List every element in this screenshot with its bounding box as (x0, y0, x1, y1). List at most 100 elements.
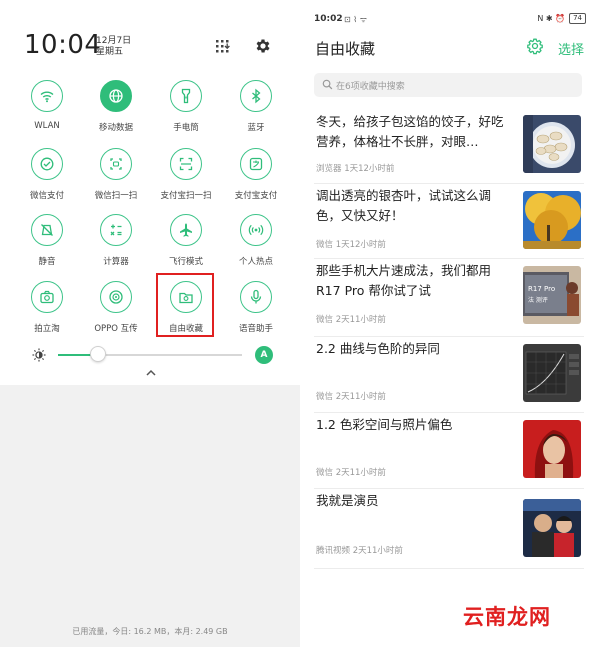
select-button[interactable]: 选择 (558, 39, 584, 58)
quick-tile-globe[interactable]: 移动数据 (84, 80, 148, 140)
search-input[interactable]: 在6项收藏中搜索 (314, 73, 582, 97)
quick-tile-camera[interactable]: 拍立淘 (15, 281, 79, 341)
bluetooth-icon (240, 80, 272, 112)
quick-tile-alipay-pay[interactable]: 支付宝支付 (224, 148, 288, 208)
quick-tile-label: 微信支付 (29, 191, 64, 201)
quick-tile-share[interactable]: OPPO 互传 (84, 281, 148, 341)
quick-tile-label: 静音 (38, 257, 56, 267)
favorites-screen: 10:02 ⊡ ⌇ ᯤ N ✱ ⏰ 74 自由收藏 选择 在6项收藏中搜索 冬天… (300, 0, 600, 647)
status-signal-icons: ⊡ ⌇ ᯤ (344, 15, 367, 24)
favorite-item-thumbnail (523, 499, 581, 557)
status-time: 10:02 (314, 14, 343, 24)
quick-tile-label: 微信扫一扫 (94, 191, 138, 201)
quick-tile-label: 支付宝扫一扫 (160, 191, 212, 201)
settings-gear-icon[interactable] (526, 37, 544, 55)
calculator-icon (100, 214, 132, 246)
mute-icon (31, 214, 63, 246)
quick-tile-flashlight[interactable]: 手电筒 (154, 80, 218, 140)
battery-icon: 74 (569, 13, 586, 24)
favorite-item-title: 那些手机大片速成法，我们都用 R17 Pro 帮你试了试 (316, 263, 492, 298)
favorite-item-thumbnail (523, 191, 581, 249)
settings-gear-icon[interactable] (254, 37, 272, 55)
weekday-text: 星期五 (96, 47, 124, 57)
favorite-item-title: 调出透亮的银杏叶，试试这么调色，又快又好！ (316, 188, 492, 223)
watermark-logo: 云南龙网 (463, 605, 551, 629)
chevron-up-icon[interactable] (144, 368, 158, 378)
quick-tile-label: OPPO 互传 (94, 324, 138, 334)
quick-tile-label: 蓝牙 (247, 123, 265, 133)
quick-tile-bluetooth[interactable]: 蓝牙 (224, 80, 288, 140)
quick-tile-hotspot[interactable]: 个人热点 (224, 214, 288, 274)
svg-text:R17 Pro: R17 Pro (528, 285, 555, 293)
flashlight-icon (170, 80, 202, 112)
clock-time: 10:04 (24, 30, 102, 60)
status-misc-icons: N ✱ ⏰ (537, 14, 566, 23)
favorite-item-source-time: 浏览器 1天12小时前 (316, 164, 395, 174)
favorite-item-thumbnail: R17 Pro 法 测评 (523, 266, 581, 324)
quick-tile-label: 移动数据 (98, 123, 133, 133)
quick-tile-label: 拍立淘 (34, 324, 60, 334)
share-icon (100, 281, 132, 313)
quick-tile-label: 支付宝支付 (234, 191, 278, 201)
favorite-item-source-time: 微信 1天12小时前 (316, 240, 386, 250)
auto-brightness-button[interactable]: A (255, 346, 273, 364)
search-placeholder: 在6项收藏中搜索 (336, 82, 405, 92)
quick-tile-mute[interactable]: 静音 (15, 214, 79, 274)
highlight-box (156, 273, 214, 337)
wechat-pay-icon (31, 148, 63, 180)
wifi-icon (31, 80, 63, 112)
list-divider (314, 568, 584, 569)
favorite-item-thumbnail (523, 420, 581, 478)
date-block: 12月7日 星期五 (96, 36, 131, 58)
favorite-item-source-time: 腾讯视频 2天11小时前 (316, 546, 403, 556)
alipay-scan-icon (170, 148, 202, 180)
favorite-item-source-time: 微信 2天11小时前 (316, 315, 386, 325)
svg-text:法 测评: 法 测评 (528, 296, 548, 304)
data-usage-text: 已用流量，今日: 16.2 MB，本月: 2.49 GB (72, 627, 228, 636)
brightness-icon (32, 348, 46, 362)
quick-tile-microphone[interactable]: 语音助手 (224, 281, 288, 341)
microphone-icon (240, 281, 272, 313)
edit-tiles-icon[interactable] (215, 38, 231, 54)
quick-tile-airplane[interactable]: 飞行模式 (154, 214, 218, 274)
favorite-item-title: 1.2 色彩空间与照片偏色 (316, 417, 453, 432)
quick-tile-alipay-scan[interactable]: 支付宝扫一扫 (154, 148, 218, 208)
date-text: 12月7日 (96, 36, 132, 46)
quick-tile-label: 个人热点 (238, 257, 273, 267)
globe-icon (100, 80, 132, 112)
brightness-slider-thumb[interactable] (90, 346, 107, 362)
quick-tile-label: 计算器 (103, 257, 129, 267)
camera-icon (31, 281, 63, 313)
quick-settings-sheet: 10:04 12月7日 星期五 WLAN 移动数据 手电筒 蓝牙微信支付 微信扫一扫 支付… (0, 0, 300, 385)
quick-tile-wifi[interactable]: WLAN (15, 80, 79, 140)
favorite-item-thumbnail (523, 344, 581, 402)
favorite-item-thumbnail (523, 115, 581, 173)
search-icon (322, 79, 333, 90)
quick-tile-label: WLAN (34, 121, 60, 131)
hotspot-icon (240, 214, 272, 246)
favorite-list-item[interactable]: 2.2 曲线与色阶的异同微信 2天11小时前 (300, 337, 600, 413)
airplane-icon (170, 214, 202, 246)
quick-tile-label: 飞行模式 (168, 257, 203, 267)
favorite-list-item[interactable]: 我就是演员腾讯视频 2天11小时前 (300, 489, 600, 569)
favorite-list-item[interactable]: 冬天，给孩子包这馅的饺子，好吃营养，体格壮不长胖，对眼… 浏览器 1天12小时前 (300, 108, 600, 184)
wechat-scan-icon (100, 148, 132, 180)
alipay-pay-icon (240, 148, 272, 180)
favorite-list-item[interactable]: 1.2 色彩空间与照片偏色微信 2天11小时前 (300, 413, 600, 489)
brightness-slider-track[interactable] (58, 354, 242, 356)
quick-tile-label: 语音助手 (238, 324, 273, 334)
page-title: 自由收藏 (315, 40, 376, 58)
quick-tile-wechat-scan[interactable]: 微信扫一扫 (84, 148, 148, 208)
favorite-list-item[interactable]: 那些手机大片速成法，我们都用 R17 Pro 帮你试了试微信 2天11小时前 R1… (300, 259, 600, 337)
quick-tile-calculator[interactable]: 计算器 (84, 214, 148, 274)
favorite-list-item[interactable]: 调出透亮的银杏叶，试试这么调色，又快又好！ 微信 1天12小时前 (300, 184, 600, 259)
favorite-item-title: 我就是演员 (316, 493, 379, 508)
favorite-item-source-time: 微信 2天11小时前 (316, 392, 386, 402)
status-right-group: N ✱ ⏰ 74 (537, 13, 586, 24)
favorite-item-title: 2.2 曲线与色阶的异同 (316, 341, 440, 356)
quick-tile-wechat-pay[interactable]: 微信支付 (15, 148, 79, 208)
quick-tile-label: 手电筒 (173, 123, 199, 133)
quick-settings-panel: 10:04 12月7日 星期五 WLAN 移动数据 手电筒 蓝牙微信支付 微信扫一扫 支付… (0, 0, 300, 647)
favorite-item-title: 冬天，给孩子包这馅的饺子，好吃营养，体格壮不长胖，对眼… (316, 114, 504, 149)
favorite-item-source-time: 微信 2天11小时前 (316, 468, 386, 478)
